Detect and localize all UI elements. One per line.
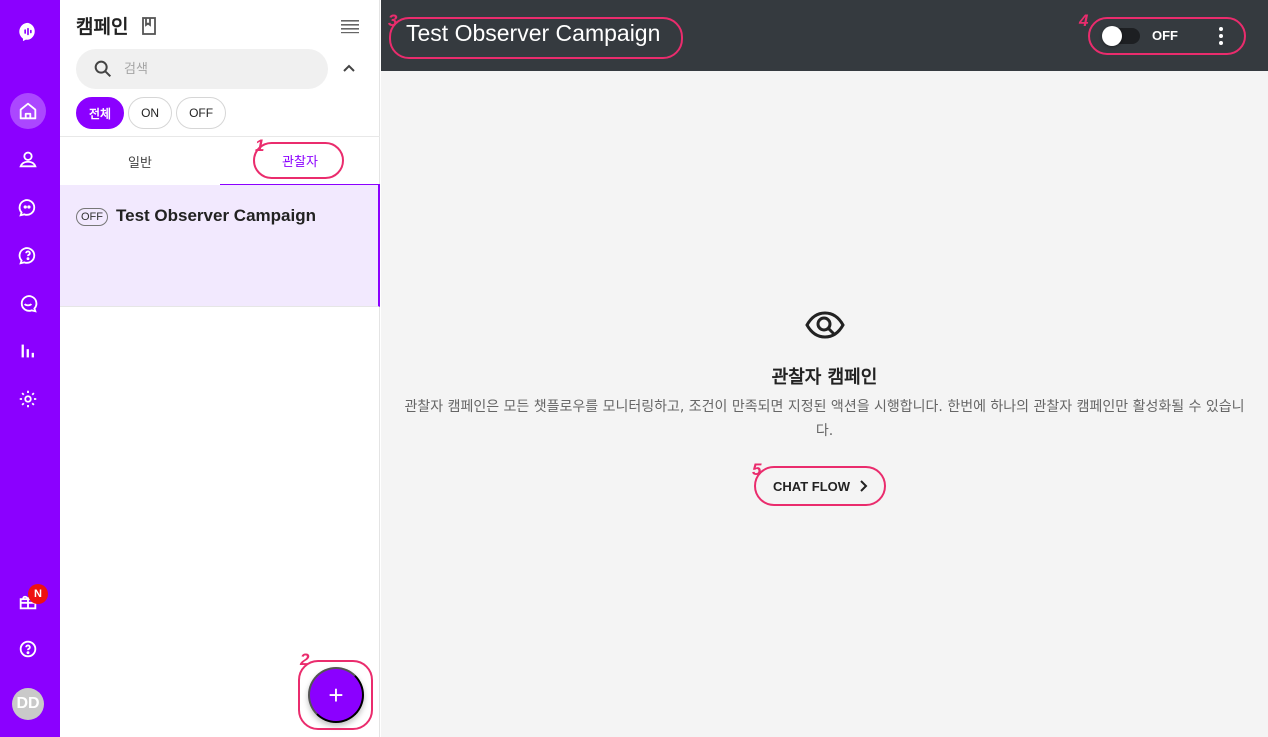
- logo-icon[interactable]: [10, 14, 46, 50]
- toggle-knob: [1102, 26, 1122, 46]
- info-description: 관찰자 캠페인은 모든 챗플로우를 모니터링하고, 조건이 만족되면 지정된 액…: [404, 399, 1245, 439]
- search-icon: [94, 60, 112, 78]
- help-circle-icon[interactable]: [10, 631, 46, 667]
- user-icon[interactable]: [10, 141, 46, 177]
- status-badge: OFF: [76, 208, 108, 226]
- page-title: Test Observer Campaign: [406, 20, 661, 46]
- eye-icon: [805, 311, 845, 339]
- avatar[interactable]: DD: [12, 688, 44, 720]
- help-chat-icon[interactable]: [10, 237, 46, 273]
- filter-on-chip[interactable]: ON: [128, 97, 173, 129]
- chat-flow-button[interactable]: CHAT FLOW: [767, 471, 876, 501]
- annotation-number-2: 2: [300, 650, 310, 669]
- filter-all-chip[interactable]: 전체: [76, 97, 125, 129]
- search-input[interactable]: [124, 59, 314, 79]
- annotation-number-1: 1: [255, 136, 265, 155]
- search-chat-icon[interactable]: [10, 285, 46, 321]
- observer-info-panel: 관찰자 캠페인 관찰자 캠페인은 모든 챗플로우를 모니터링하고, 조건이 만족…: [381, 71, 1268, 737]
- tab-general[interactable]: 일반: [60, 137, 220, 186]
- annotation-number-5: 5: [752, 460, 762, 479]
- toggle-label: OFF: [1152, 28, 1178, 43]
- campaign-name: Test Observer Campaign: [116, 206, 316, 225]
- annotation-number-4: 4: [1079, 11, 1089, 30]
- more-options-icon[interactable]: [1213, 25, 1229, 47]
- gear-icon[interactable]: [10, 381, 46, 417]
- home-icon[interactable]: [10, 93, 46, 129]
- chat-icon[interactable]: [10, 189, 46, 225]
- new-badge: N: [28, 584, 48, 604]
- filter-off-chip[interactable]: OFF: [176, 97, 227, 129]
- panel-title: 캠페인: [76, 16, 129, 38]
- campaign-list-item[interactable]: OFF Test Observer Campaign: [60, 185, 380, 307]
- sidebar-rail: N DD: [0, 0, 60, 737]
- bookmark-icon[interactable]: [140, 16, 158, 36]
- chevron-right-icon: [860, 480, 868, 492]
- add-campaign-button[interactable]: +: [308, 667, 364, 723]
- campaign-panel: 캠페인 전체 ON OFF 일반 관찰자 OFF Test Observer C…: [60, 0, 380, 737]
- search-bar: [76, 49, 328, 89]
- menu-icon[interactable]: [340, 18, 360, 34]
- chevron-up-icon[interactable]: [340, 60, 358, 78]
- campaign-header: Test Observer Campaign OFF: [381, 0, 1268, 71]
- status-filter: 전체 ON OFF: [76, 97, 227, 129]
- tab-observer[interactable]: 관찰자: [220, 137, 380, 186]
- campaign-toggle[interactable]: [1102, 26, 1140, 46]
- chat-flow-label: CHAT FLOW: [773, 478, 851, 494]
- campaign-tabs: 일반 관찰자: [60, 136, 380, 186]
- info-title: 관찰자 캠페인: [771, 367, 878, 388]
- bar-chart-icon[interactable]: [10, 333, 46, 369]
- annotation-number-3: 3: [388, 11, 398, 30]
